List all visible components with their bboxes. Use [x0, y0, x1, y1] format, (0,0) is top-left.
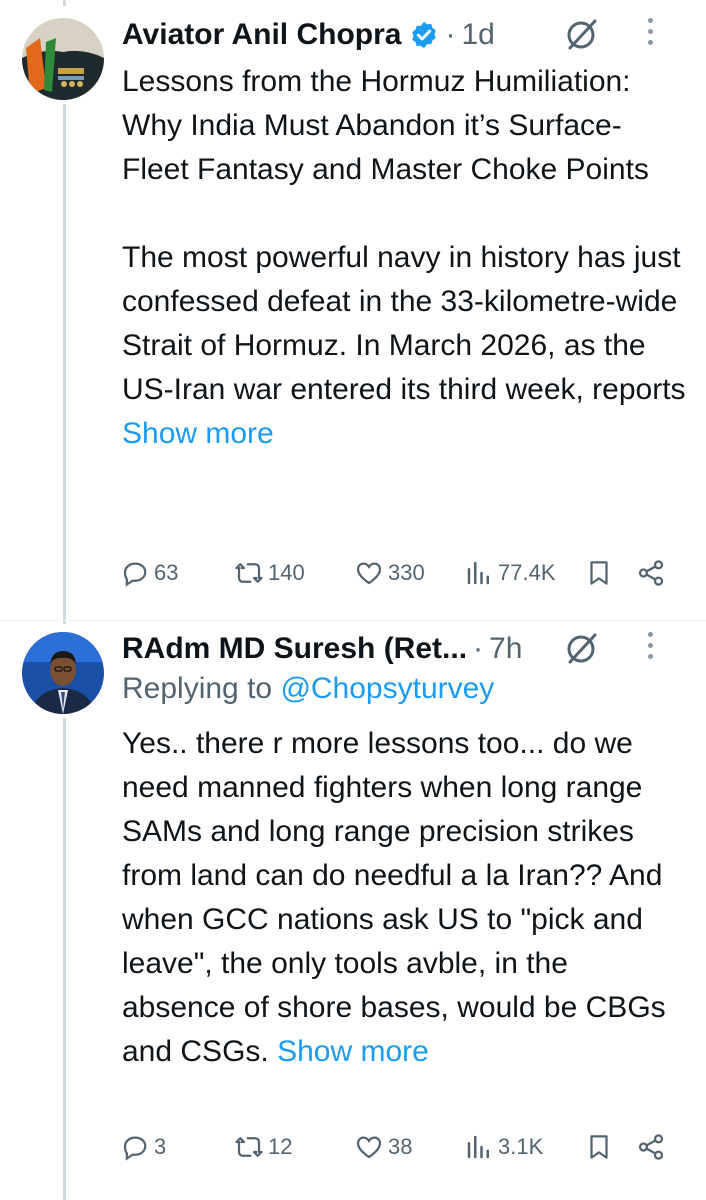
reply-button[interactable]: 3: [120, 1132, 166, 1162]
tweet-paragraph-2: The most powerful navy in history has ju…: [122, 236, 686, 456]
tweet-paragraph-1: Lessons from the Hormuz Humiliation: Why…: [122, 65, 649, 186]
reply-count: 3: [154, 1134, 167, 1159]
avatar[interactable]: [22, 18, 104, 100]
share-button[interactable]: [636, 1132, 670, 1162]
repost-count: 12: [268, 1134, 293, 1159]
avatar[interactable]: [22, 632, 104, 714]
tweet-paragraph-1-text: Yes.. there r more lessons too... do we …: [122, 727, 666, 1068]
views-icon: [467, 1135, 489, 1159]
author-name[interactable]: RAdm MD Suresh (Ret...: [122, 632, 467, 666]
tweet-text: Lessons from the Hormuz Humiliation: Why…: [122, 60, 686, 456]
repost-count: 140: [268, 560, 305, 585]
repost-icon: [235, 563, 263, 583]
grok-icon[interactable]: [564, 630, 600, 666]
bookmark-icon: [590, 1135, 608, 1159]
show-more-link[interactable]: Show more: [122, 417, 274, 450]
view-count: 3.1K: [498, 1134, 544, 1159]
replying-to: Replying to @Chopsyturvey: [122, 672, 494, 706]
reply-button[interactable]: 63: [120, 558, 178, 588]
author-name[interactable]: Aviator Anil Chopra: [122, 18, 401, 52]
tweet-2[interactable]: RAdm MD Suresh (Ret... · 7h Replying to …: [0, 620, 706, 1200]
share-icon: [638, 560, 664, 586]
show-more-link[interactable]: Show more: [277, 1035, 429, 1068]
views-button[interactable]: 77.4K: [464, 558, 556, 588]
share-icon: [638, 1134, 664, 1160]
repost-icon: [235, 1137, 263, 1157]
tweet-paragraph-1: Yes.. there r more lessons too... do we …: [122, 722, 686, 1074]
views-icon: [467, 561, 489, 585]
like-button[interactable]: 38: [354, 1132, 412, 1162]
more-icon[interactable]: [644, 18, 656, 52]
like-icon: [356, 562, 382, 585]
like-button[interactable]: 330: [354, 558, 425, 588]
like-count: 330: [388, 560, 425, 585]
reply-count: 63: [154, 560, 179, 585]
action-bar: 63 140 330 77.4K: [118, 558, 682, 598]
verified-badge-icon: [409, 20, 439, 50]
replying-to-handle[interactable]: @Chopsyturvey: [280, 672, 494, 705]
repost-button[interactable]: 140: [234, 558, 305, 588]
grok-icon[interactable]: [564, 16, 600, 52]
separator-dot: ·: [445, 18, 456, 51]
tweet-paragraph-2-text: The most powerful navy in history has ju…: [122, 241, 686, 406]
more-icon[interactable]: [644, 632, 656, 666]
repost-button[interactable]: 12: [234, 1132, 292, 1162]
separator-dot: ·: [473, 632, 484, 665]
timestamp[interactable]: 1d: [461, 18, 494, 52]
action-bar: 3 12 38 3.1K: [118, 1132, 682, 1172]
timestamp[interactable]: 7h: [489, 632, 522, 666]
share-button[interactable]: [636, 558, 670, 588]
tweet-header: Aviator Anil Chopra · 1d: [122, 12, 682, 58]
like-count: 38: [388, 1134, 413, 1159]
like-icon: [356, 1136, 382, 1159]
bookmark-button[interactable]: [584, 558, 618, 588]
reply-icon: [123, 562, 147, 587]
bookmark-button[interactable]: [584, 1132, 618, 1162]
tweet-header: RAdm MD Suresh (Ret... · 7h: [122, 626, 682, 672]
view-count: 77.4K: [498, 560, 556, 585]
views-button[interactable]: 3.1K: [464, 1132, 543, 1162]
tweet-text: Yes.. there r more lessons too... do we …: [122, 722, 686, 1074]
reply-icon: [123, 1136, 147, 1161]
tweet-1[interactable]: Aviator Anil Chopra · 1d Lessons from th…: [0, 0, 706, 620]
bookmark-icon: [590, 561, 608, 585]
replying-to-label: Replying to: [122, 672, 273, 705]
